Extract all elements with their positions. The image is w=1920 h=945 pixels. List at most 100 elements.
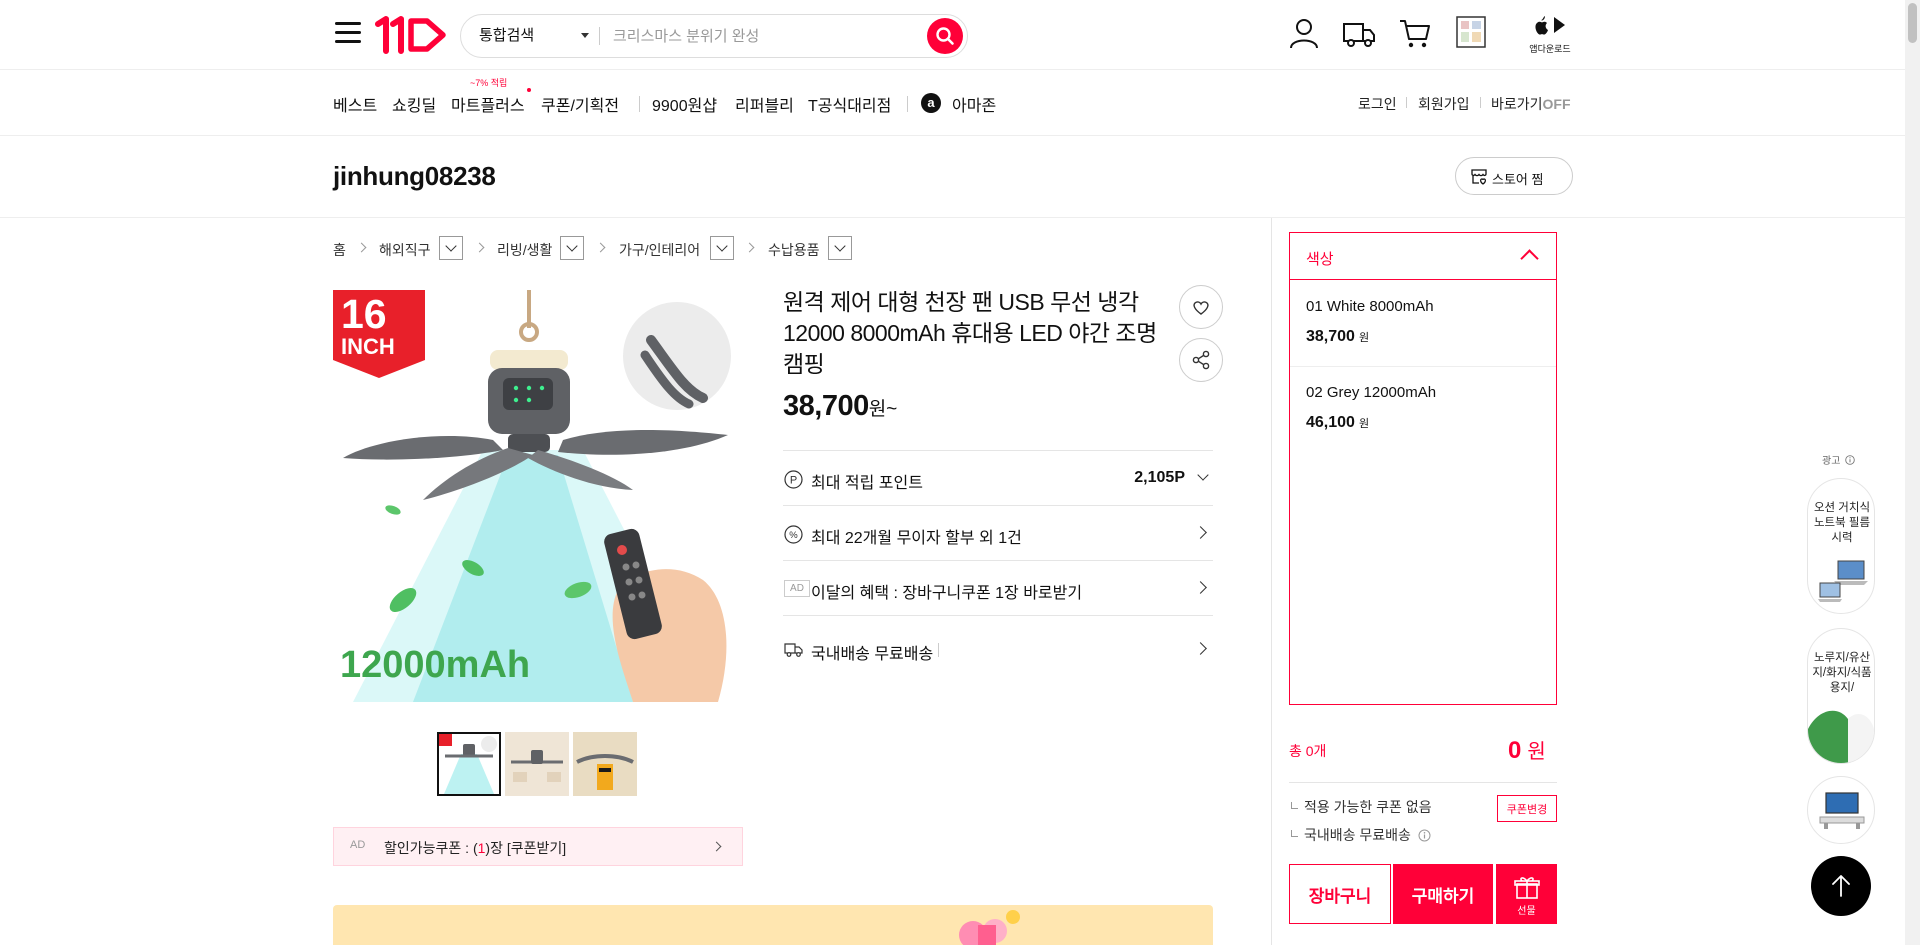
thumbnail-image [576, 754, 634, 790]
cart-icon[interactable] [1398, 16, 1432, 50]
option-price-unit: 원 [1358, 332, 1370, 344]
installment-row[interactable]: % 최대 22개월 무이자 할부 외 1건 [783, 505, 1213, 560]
ad-card-paper[interactable]: 노루지/유산지/화지/식품용지/ [1807, 628, 1875, 764]
store-favorite-button[interactable]: 스토어 찜 [1455, 157, 1573, 195]
nav-t-official[interactable]: T공식대리점 [808, 92, 891, 116]
breadcrumb-living[interactable]: 리빙/생활 [497, 240, 552, 260]
breadcrumb-furniture[interactable]: 가구/인테리어 [619, 240, 700, 260]
size-badge-unit: INCH [341, 334, 395, 359]
chevron-right-icon [595, 242, 606, 253]
app-download-label: 앱다운로드 [1529, 44, 1571, 54]
my-account-icon[interactable] [1287, 16, 1321, 50]
option-price: 38,700 원 [1306, 328, 1369, 346]
wishlist-button[interactable] [1179, 285, 1223, 329]
gift-icon [1514, 877, 1540, 899]
ad-card-monitor-stand[interactable] [1807, 776, 1875, 844]
points-row[interactable]: P 최대 적립 포인트 2,105P [783, 450, 1213, 505]
search-input[interactable] [613, 21, 903, 51]
option-item[interactable]: 02 Grey 12000mAh 46,100 원 [1290, 367, 1556, 453]
product-main-image[interactable]: 16 INCH 12000mAh [333, 290, 743, 702]
new-dot [527, 88, 531, 92]
right-panel-divider [1271, 218, 1272, 945]
store-name[interactable]: jinhung08238 [333, 161, 496, 192]
ad-card-notebook-film[interactable]: 오션 거치식 노트북 필름 시력 [1807, 478, 1875, 614]
gift-button[interactable]: 선물 [1496, 864, 1557, 924]
total-price: 0원 [1508, 735, 1546, 765]
util-divider [1480, 97, 1481, 108]
option-header[interactable]: 색상 [1290, 233, 1556, 280]
heart-icon [1193, 301, 1209, 315]
shipping-divider [938, 643, 939, 657]
promo-banner[interactable] [333, 905, 1213, 945]
installment-label: 최대 22개월 무이자 할부 외 1건 [811, 530, 1022, 547]
price-unit: 원~ [868, 399, 898, 420]
nav-9900-shop[interactable]: 9900원샵 [652, 92, 717, 116]
search-divider [599, 27, 600, 45]
add-to-cart-button[interactable]: 장바구니 [1289, 864, 1391, 924]
breadcrumb-home[interactable]: 홈 [333, 240, 346, 260]
breadcrumb-dropdown[interactable] [439, 236, 463, 260]
menu-icon[interactable] [335, 22, 361, 44]
option-name: 01 White 8000mAh [1306, 298, 1434, 315]
ad-tag: AD [784, 580, 810, 597]
store-favorite-label: 스토어 찜 [1492, 172, 1544, 187]
discount-coupon-bar[interactable]: AD 할인가능쿠폰 : (1)장 [쿠폰받기] [333, 827, 743, 866]
top-header: 통합검색 크리스마스 분위기 완성 앱다운로드 [0, 0, 1905, 70]
thumbnail-image [439, 734, 497, 794]
chevron-right-icon [356, 242, 367, 253]
scroll-to-top-button[interactable] [1811, 856, 1871, 916]
coupon-change-button[interactable]: 쿠폰변경 [1497, 795, 1557, 822]
chevron-right-icon [1194, 526, 1207, 539]
nav-best[interactable]: 베스트 [333, 92, 377, 116]
nav-coupon[interactable]: 쿠폰/기획전 [541, 92, 619, 116]
breadcrumb-storage[interactable]: 수납용품 [768, 240, 820, 260]
coupon-note-text: 적용 가능한 쿠폰 없음 [1304, 799, 1432, 815]
shortcut-toggle[interactable]: 바로가기OFF [1491, 94, 1571, 114]
thumbnail-1[interactable] [437, 732, 501, 796]
option-price-unit: 원 [1358, 418, 1370, 430]
search-scope-select[interactable]: 통합검색 [479, 15, 601, 56]
chevron-down-icon [1197, 469, 1209, 481]
breadcrumb-dropdown[interactable] [560, 236, 584, 260]
signup-link[interactable]: 회원가입 [1418, 94, 1470, 114]
shipping-row[interactable]: 국내배송 무료배송 [783, 615, 1213, 670]
thumbnail-3[interactable] [573, 732, 637, 796]
chevron-right-icon [1194, 581, 1207, 594]
info-icon[interactable] [1845, 455, 1855, 465]
amazon-icon: a [921, 93, 941, 113]
benefit-label: 이달의 혜택 : 장바구니쿠폰 1장 바로받기 [811, 585, 1083, 602]
monthly-benefit-row[interactable]: AD 이달의 혜택 : 장바구니쿠폰 1장 바로받기 [783, 560, 1213, 615]
arrow-up-icon [1832, 875, 1850, 897]
recent-viewed-icon[interactable] [1454, 15, 1488, 49]
util-divider [1406, 97, 1407, 108]
product-page: 통합검색 크리스마스 분위기 완성 앱다운로드 베스트 쇼킹딜 ~7% 적립 마… [0, 0, 1920, 945]
option-price-value: 46,100 [1306, 414, 1355, 431]
info-icon[interactable] [1418, 829, 1431, 842]
login-link[interactable]: 로그인 [1358, 94, 1397, 114]
buy-now-button[interactable]: 구매하기 [1393, 864, 1493, 924]
nav-shocking-deal[interactable]: 쇼킹딜 [392, 92, 436, 116]
page-scrollbar[interactable] [1905, 0, 1920, 945]
points-value: 2,105P [1134, 469, 1185, 486]
search-icon [936, 27, 954, 45]
breadcrumb-overseas[interactable]: 해외직구 [379, 240, 431, 260]
share-button[interactable] [1179, 338, 1223, 382]
shipping-label: 국내배송 무료배송 [811, 646, 934, 663]
percent-icon: % [784, 525, 803, 544]
search-button[interactable] [927, 18, 963, 54]
delivery-truck-icon[interactable] [1342, 16, 1376, 50]
breadcrumb-dropdown[interactable] [710, 236, 734, 260]
svg-text:P: P [790, 475, 797, 487]
brand-logo[interactable] [375, 15, 449, 55]
chevron-right-icon [744, 242, 755, 253]
scrollbar-thumb[interactable] [1908, 3, 1917, 43]
breadcrumb-dropdown[interactable] [828, 236, 852, 260]
nav-amazon[interactable]: 아마존 [952, 92, 996, 116]
paper-roll-image [1808, 710, 1874, 763]
option-item[interactable]: 01 White 8000mAh 38,700 원 [1290, 281, 1556, 367]
nav-mart-plus[interactable]: 마트플러스 [451, 92, 525, 116]
thumbnail-2[interactable] [505, 732, 569, 796]
app-download-link[interactable]: 앱다운로드 [1527, 14, 1573, 54]
point-icon: P [784, 470, 803, 489]
nav-refurbly[interactable]: 리퍼블리 [735, 92, 794, 116]
